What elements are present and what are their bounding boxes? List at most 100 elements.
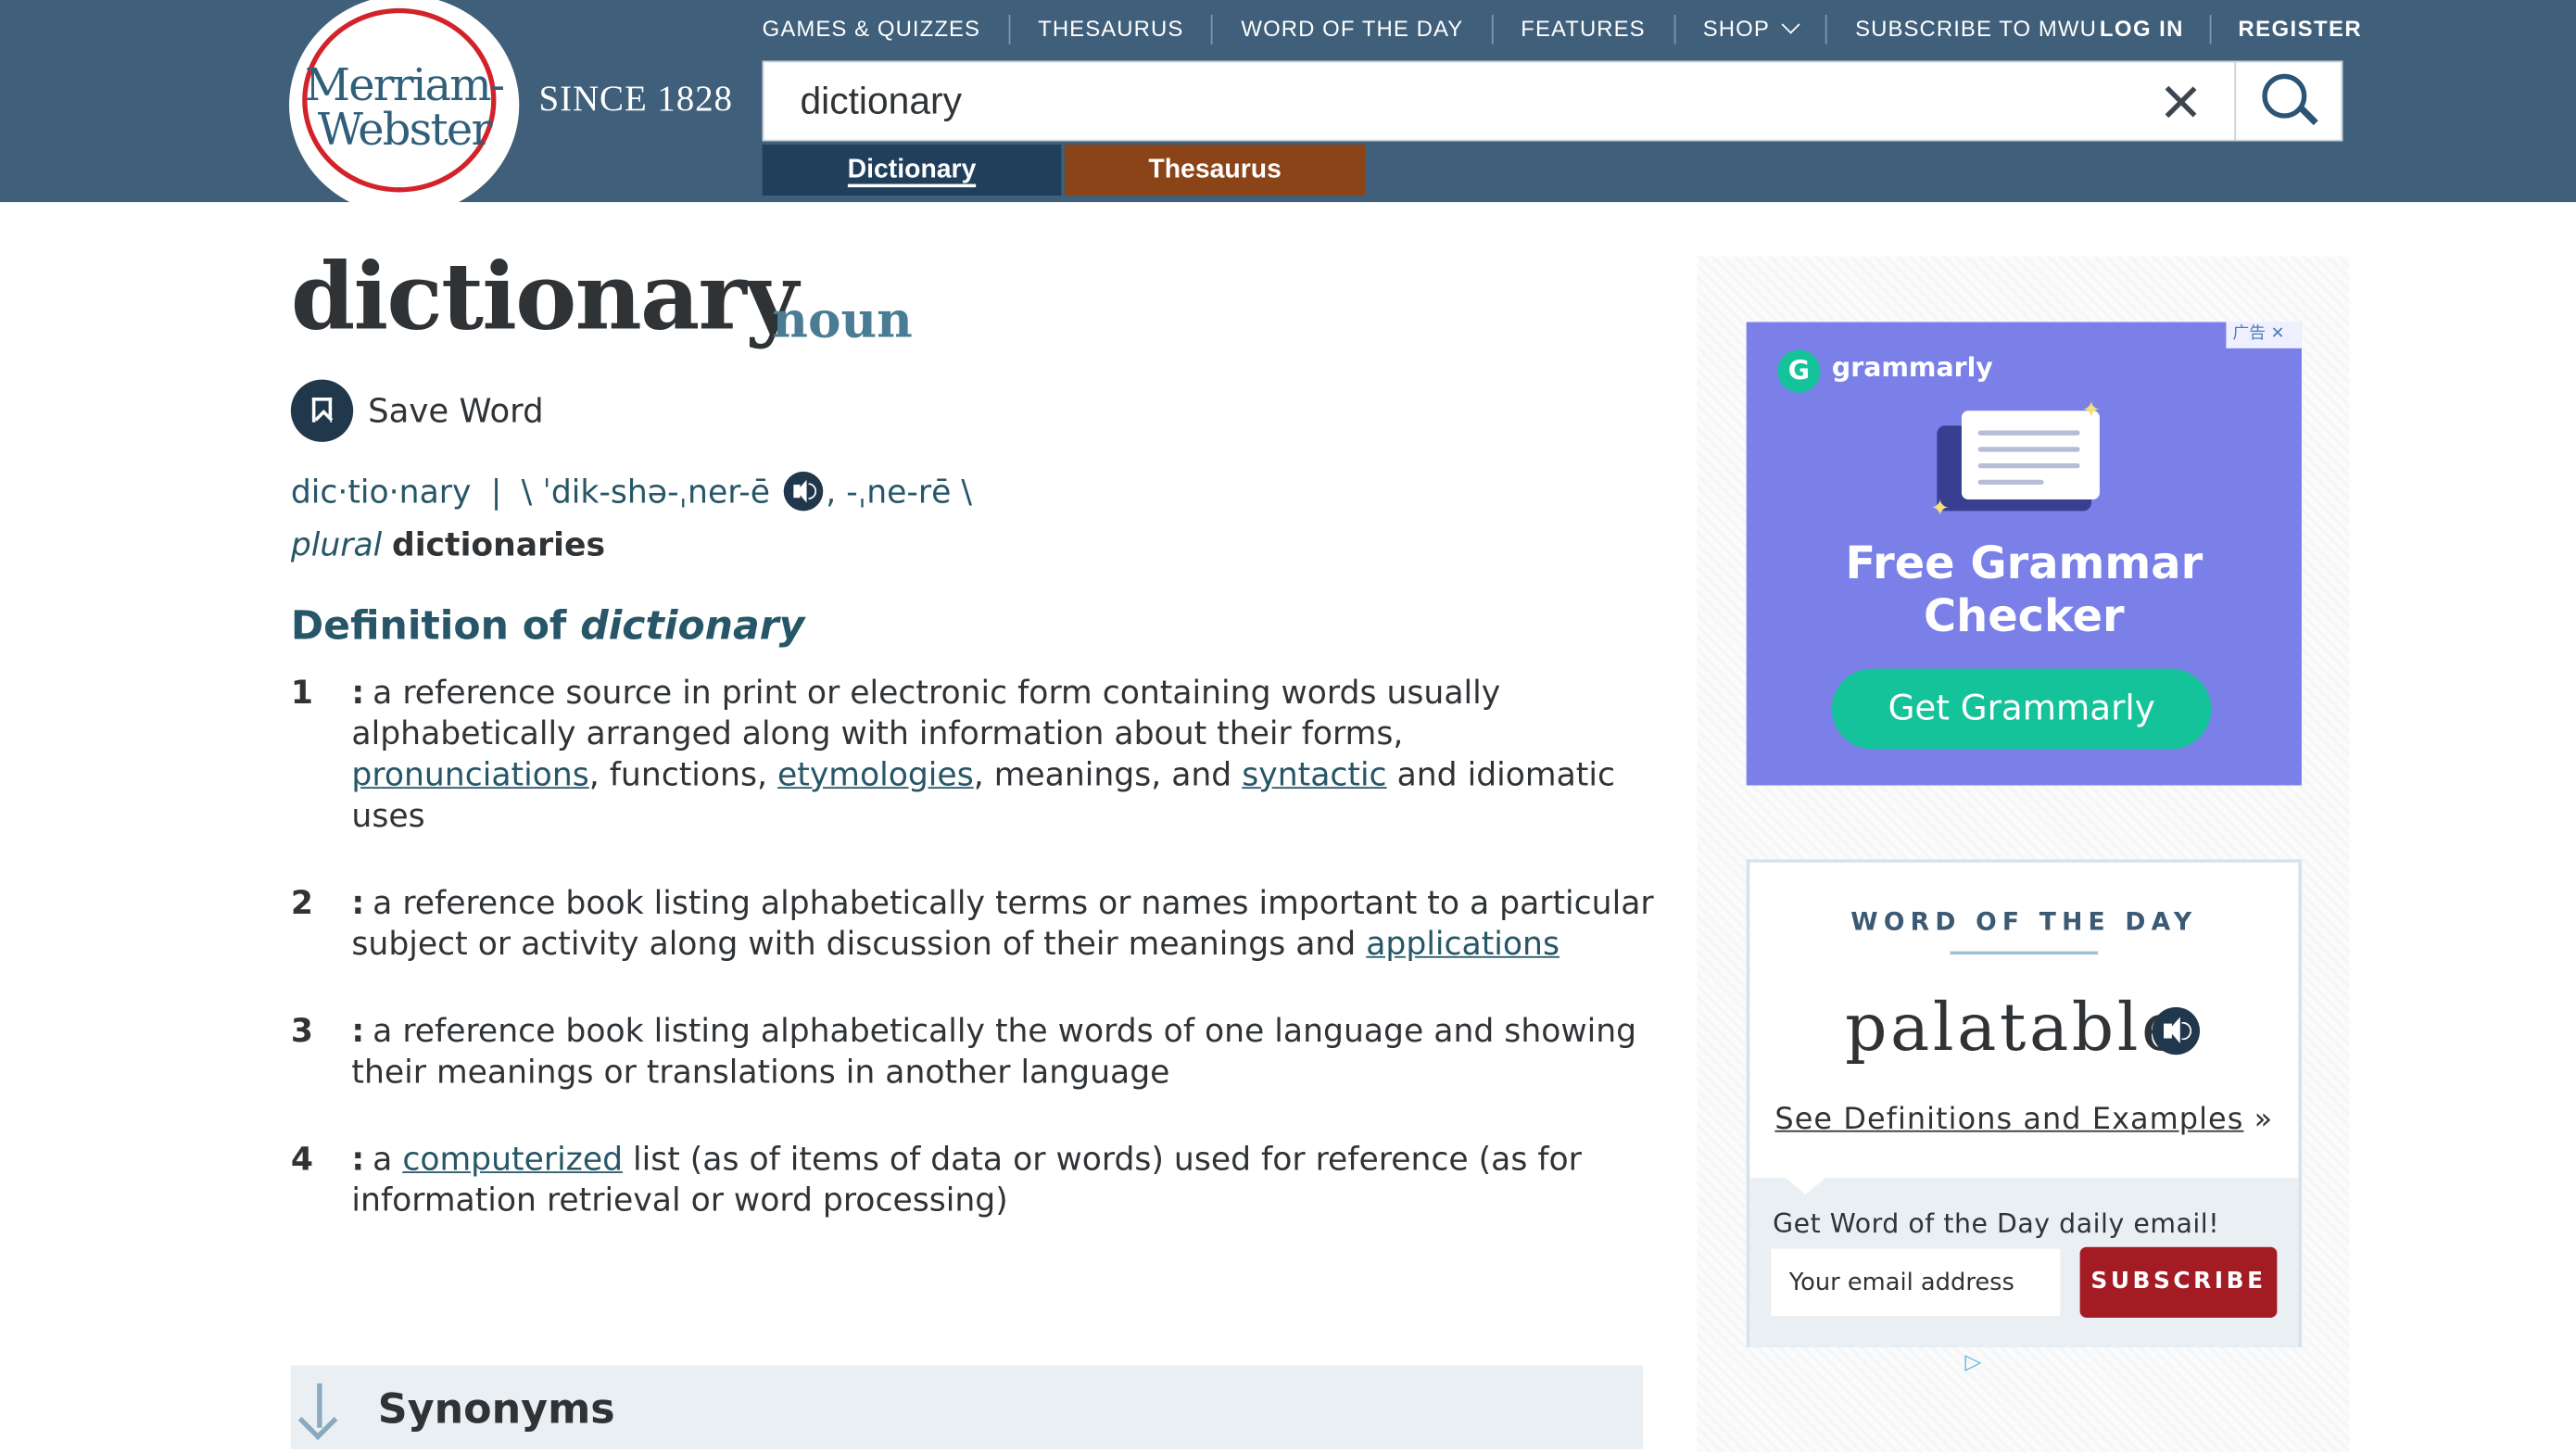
definition-heading: Definition of dictionary: [291, 603, 805, 650]
ad-badge[interactable]: 广告 ✕: [2226, 322, 2302, 348]
sense-colon: :: [351, 1012, 365, 1050]
nav-games-quizzes[interactable]: GAMES & QUIZZES: [763, 15, 1009, 44]
definition-heading-word: dictionary: [580, 602, 805, 650]
search-icon-handle: [2298, 106, 2318, 126]
document-illustration-icon: [1961, 411, 2100, 499]
get-grammarly-button[interactable]: Get Grammarly: [1831, 668, 2212, 750]
speaker-wave: [807, 483, 816, 499]
email-caption: Get Word of the Day daily email!: [1773, 1207, 2220, 1239]
sense-list: 1 :a reference source in print or electr…: [291, 672, 1655, 1267]
nav-word-of-the-day[interactable]: WORD OF THE DAY: [1211, 14, 1492, 44]
ad-headline: Free Grammar Checker: [1747, 539, 2302, 644]
doc-line: [1977, 462, 2080, 469]
plural-label: plural: [290, 525, 383, 564]
wotd-email-panel: Get Word of the Day daily email! SUBSCRI…: [1749, 1178, 2299, 1347]
sense-text-part: , functions,: [588, 755, 777, 794]
since-tagline: SINCE 1828: [538, 77, 733, 119]
speaker-wave: [2181, 1021, 2192, 1041]
headword: dictionary: [290, 243, 799, 352]
sense-4: 4 :a computerized list (as of items of d…: [291, 1139, 1655, 1221]
link-pronunciations[interactable]: pronunciations: [351, 756, 588, 794]
grammarly-ad[interactable]: 广告 ✕ G grammarly ✦ ✦ Free Grammar Checke…: [1746, 322, 2302, 786]
arrow-down-icon: [317, 1383, 322, 1428]
wotd-see-definitions: See Definitions and Examples »: [1749, 1103, 2298, 1137]
save-word-button[interactable]: Save Word: [368, 391, 543, 431]
pron-separator: |: [490, 472, 502, 511]
nav-thesaurus[interactable]: THESAURUS: [1008, 14, 1211, 44]
part-of-speech[interactable]: noun: [772, 293, 913, 350]
tab-dictionary-label: Dictionary: [847, 156, 977, 188]
sense-text-part: a reference book listing alphabetically …: [351, 1012, 1637, 1092]
link-etymologies[interactable]: etymologies: [777, 756, 974, 794]
clear-search-icon[interactable]: [2157, 79, 2203, 125]
pronunciation-2: , -ˌne-rē \: [826, 472, 973, 511]
search-input[interactable]: [800, 75, 2115, 125]
ad-brand: grammarly: [1831, 351, 1993, 384]
tab-thesaurus[interactable]: Thesaurus: [1064, 145, 1366, 196]
synonyms-section[interactable]: Synonyms: [290, 1365, 1643, 1449]
word-of-the-day-widget: WORD OF THE DAY palatable See Definition…: [1746, 859, 2302, 1347]
nav-shop[interactable]: SHOP: [1673, 14, 1825, 44]
wotd-title: WORD OF THE DAY: [1850, 906, 2198, 937]
logo-line-1: Merriam-: [304, 60, 505, 112]
sense-text: :a reference book listing alphabetically…: [351, 882, 1654, 965]
adchoices-icon[interactable]: ▷: [1965, 1350, 1982, 1375]
chevron-down-icon: [1781, 15, 1800, 34]
sense-3: 3 :a reference book listing alphabetical…: [291, 1010, 1655, 1093]
sense-colon: :: [351, 883, 365, 922]
search-bar: [762, 60, 2343, 142]
bookmark-shape: [311, 398, 333, 423]
see-definitions-suffix: »: [2243, 1102, 2274, 1137]
wotd-audio-speaker-icon[interactable]: [2152, 1006, 2201, 1055]
nav-shop-label: SHOP: [1702, 16, 1770, 42]
sense-number: 4: [290, 1140, 313, 1179]
doc-line: [1977, 479, 2044, 486]
sense-text-part: , meanings, and: [973, 755, 1243, 794]
page: Merriam- Webster SINCE 1828 GAMES & QUIZ…: [0, 0, 2576, 1453]
sense-2: 2 :a reference book listing alphabetical…: [291, 882, 1655, 965]
pronunciation-1: \ ˈdik-shə-ˌner-ē: [521, 472, 770, 511]
logo-text: Merriam- Webster: [293, 64, 516, 153]
plural-line: plural dictionaries: [291, 525, 605, 563]
login-link[interactable]: LOG IN: [2074, 15, 2211, 44]
link-applications[interactable]: applications: [1366, 925, 1559, 963]
ad-headline-line-2: Checker: [1923, 591, 2125, 643]
doc-line: [1977, 430, 2080, 436]
sense-text: :a computerized list (as of items of dat…: [351, 1139, 1654, 1221]
audio-speaker-icon[interactable]: [783, 471, 823, 512]
sense-colon: :: [351, 1140, 365, 1179]
ad-headline-line-1: Free Grammar: [1845, 538, 2203, 590]
doc-line: [1977, 447, 2080, 452]
sparkle-icon: ✦: [2081, 398, 2102, 424]
plural-form: dictionaries: [391, 525, 606, 564]
site-header: Merriam- Webster SINCE 1828 GAMES & QUIZ…: [0, 0, 2576, 212]
wotd-divider: [1950, 951, 2099, 955]
nav-features[interactable]: FEATURES: [1491, 14, 1673, 44]
syllables: dic·tio·nary: [290, 472, 472, 511]
grammarly-logo-icon: G: [1777, 349, 1821, 393]
tab-dictionary[interactable]: Dictionary: [762, 145, 1062, 196]
register-link[interactable]: REGISTER: [2210, 14, 2388, 44]
email-field[interactable]: [1771, 1248, 2061, 1317]
sense-colon: :: [351, 673, 365, 712]
sense-number: 3: [290, 1012, 313, 1050]
top-nav: GAMES & QUIZZES THESAURUS WORD OF THE DA…: [763, 14, 2125, 44]
sense-text: :a reference book listing alphabetically…: [351, 1010, 1654, 1093]
merriam-webster-logo[interactable]: Merriam- Webster: [292, 0, 516, 212]
link-syntactic[interactable]: syntactic: [1242, 756, 1386, 794]
sense-number: 1: [290, 673, 313, 712]
sense-text-part: a: [373, 1140, 403, 1179]
synonyms-heading: Synonyms: [377, 1384, 615, 1434]
link-computerized[interactable]: computerized: [402, 1140, 623, 1178]
wotd-word[interactable]: palatable: [1845, 991, 2183, 1067]
see-definitions-link[interactable]: See Definitions and Examples: [1774, 1103, 2243, 1137]
pronunciation-line: dic·tio·nary | \ ˈdik-shə-ˌner-ē , -ˌne-…: [290, 471, 973, 512]
search-button[interactable]: [2234, 60, 2342, 142]
sparkle-icon: ✦: [1930, 496, 1951, 523]
logo-line-2: Webster: [317, 105, 493, 157]
sense-number: 2: [290, 883, 313, 922]
auth-links: LOG IN REGISTER: [2074, 14, 2389, 44]
bookmark-icon[interactable]: [290, 379, 354, 442]
sense-text: :a reference source in print or electron…: [351, 672, 1654, 836]
subscribe-button[interactable]: SUBSCRIBE: [2079, 1246, 2278, 1318]
